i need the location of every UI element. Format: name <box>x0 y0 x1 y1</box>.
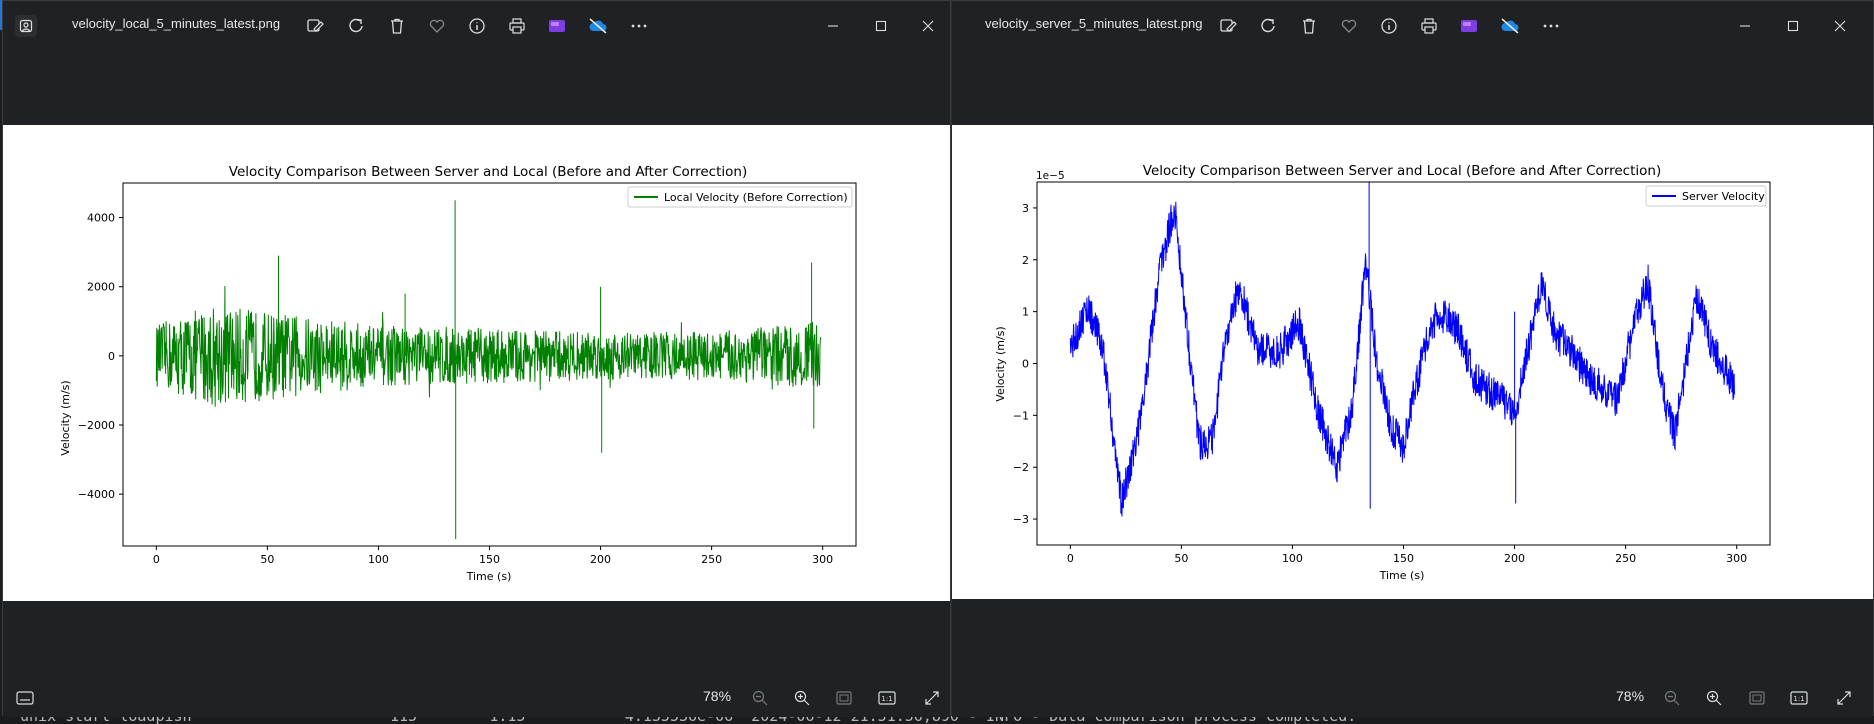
info-icon[interactable] <box>1375 13 1403 39</box>
clipchamp-video-icon[interactable] <box>543 13 571 39</box>
photo-viewer-window-local: velocity_local_5_minutes_latest.png Velo… <box>2 0 951 717</box>
y-axis-label: Velocity (m/s) <box>59 380 72 455</box>
series-local-velocity <box>155 200 821 540</box>
y-tick-label: −4000 <box>78 488 115 501</box>
x-tick-label: 300 <box>812 553 833 566</box>
y-tick-label: 2 <box>1022 254 1029 267</box>
edit-image-icon[interactable] <box>1214 13 1242 39</box>
maximize-button[interactable] <box>860 9 902 43</box>
close-button[interactable] <box>1819 9 1861 43</box>
photo-viewer-window-server: velocity_server_5_minutes_latest.png Vel… <box>951 0 1874 717</box>
fullscreen-icon[interactable] <box>918 685 946 711</box>
x-tick-label: 50 <box>260 553 274 566</box>
fit-to-window-icon[interactable] <box>1743 685 1771 711</box>
x-tick-label: 0 <box>153 553 160 566</box>
zoom-out-icon[interactable] <box>746 685 774 711</box>
x-tick-label: 200 <box>590 553 611 566</box>
zoom-in-icon[interactable] <box>1700 685 1728 711</box>
image-canvas: Velocity Comparison Between Server and L… <box>952 125 1873 599</box>
edit-image-icon[interactable] <box>301 13 329 39</box>
y-tick-label: 2000 <box>87 281 115 294</box>
legend: Local Velocity (Before Correction) <box>627 186 853 208</box>
onedrive-cloud-off-icon[interactable] <box>1496 13 1524 39</box>
x-tick-label: 250 <box>1615 552 1636 565</box>
maximize-button[interactable] <box>1772 9 1814 43</box>
svg-text:1:1: 1:1 <box>1793 695 1804 703</box>
status-bar: 78% 1:1 <box>952 677 1873 717</box>
favorite-heart-icon[interactable] <box>423 13 451 39</box>
series-server-velocity <box>1069 182 1735 517</box>
y-tick-label: −3 <box>1013 513 1029 526</box>
y-tick-label: −1 <box>1013 409 1029 422</box>
y-tick-label: −2000 <box>78 419 115 432</box>
x-tick-label: 200 <box>1504 552 1525 565</box>
favorite-heart-icon[interactable] <box>1335 13 1363 39</box>
x-tick-label: 300 <box>1726 552 1747 565</box>
x-tick-label: 100 <box>1282 552 1303 565</box>
onedrive-cloud-off-icon[interactable] <box>584 13 612 39</box>
more-options-icon[interactable] <box>625 13 653 39</box>
x-tick-label: 50 <box>1174 552 1188 565</box>
velocity-chart-server: Velocity Comparison Between Server and L… <box>994 163 1771 582</box>
series-line <box>1069 182 1735 517</box>
x-axis-label: Time (s) <box>466 570 512 583</box>
actual-size-icon[interactable]: 1:1 <box>1785 685 1813 711</box>
title-bar: velocity_server_5_minutes_latest.png <box>952 1 1873 51</box>
legend-label: Server Velocity <box>1682 190 1765 203</box>
photos-app-icon <box>15 15 37 37</box>
legend: Server Velocity <box>1645 185 1767 207</box>
velocity-chart-local: Velocity Comparison Between Server and L… <box>59 164 857 583</box>
zoom-level: 78% <box>1616 688 1645 704</box>
y-tick-label: 0 <box>108 350 115 363</box>
zoom-out-icon[interactable] <box>1658 685 1686 711</box>
y-offset-label: 1e−5 <box>1036 170 1065 182</box>
fit-to-window-icon[interactable] <box>830 685 858 711</box>
clipchamp-video-icon[interactable] <box>1455 13 1483 39</box>
filmstrip-toggle-icon[interactable] <box>11 685 39 711</box>
window-title: velocity_local_5_minutes_latest.png <box>72 16 281 31</box>
zoom-level: 78% <box>703 688 732 704</box>
title-bar: velocity_local_5_minutes_latest.png <box>3 1 950 51</box>
info-icon[interactable] <box>463 13 491 39</box>
window-title: velocity_server_5_minutes_latest.png <box>985 16 1203 31</box>
y-tick-label: 0 <box>1022 358 1029 371</box>
close-button[interactable] <box>907 9 949 43</box>
fullscreen-icon[interactable] <box>1830 685 1858 711</box>
minimize-button[interactable] <box>1724 9 1766 43</box>
rotate-icon[interactable] <box>342 13 370 39</box>
x-tick-label: 0 <box>1067 552 1074 565</box>
more-options-icon[interactable] <box>1537 13 1565 39</box>
x-tick-label: 100 <box>368 553 389 566</box>
print-icon[interactable] <box>1415 13 1443 39</box>
status-bar: 78% 1:1 <box>3 677 950 717</box>
x-axis-label: Time (s) <box>1379 569 1425 582</box>
chart-title: Velocity Comparison Between Server and L… <box>1143 163 1661 179</box>
y-axis-label: Velocity (m/s) <box>994 326 1007 401</box>
y-tick-label: 4000 <box>87 212 115 225</box>
y-tick-label: 3 <box>1022 202 1029 215</box>
svg-text:1:1: 1:1 <box>881 695 892 703</box>
zoom-in-icon[interactable] <box>788 685 816 711</box>
delete-icon[interactable] <box>383 13 411 39</box>
legend-label: Local Velocity (Before Correction) <box>664 191 848 204</box>
y-tick-label: −2 <box>1013 461 1029 474</box>
x-tick-label: 150 <box>1393 552 1414 565</box>
rotate-icon[interactable] <box>1254 13 1282 39</box>
chart-title: Velocity Comparison Between Server and L… <box>229 164 747 180</box>
series-line <box>155 200 821 540</box>
x-tick-label: 250 <box>701 553 722 566</box>
image-canvas: Velocity Comparison Between Server and L… <box>3 125 950 601</box>
y-tick-label: 1 <box>1022 306 1029 319</box>
x-tick-label: 150 <box>479 553 500 566</box>
print-icon[interactable] <box>503 13 531 39</box>
minimize-button[interactable] <box>812 9 854 43</box>
actual-size-icon[interactable]: 1:1 <box>873 685 901 711</box>
delete-icon[interactable] <box>1295 13 1323 39</box>
